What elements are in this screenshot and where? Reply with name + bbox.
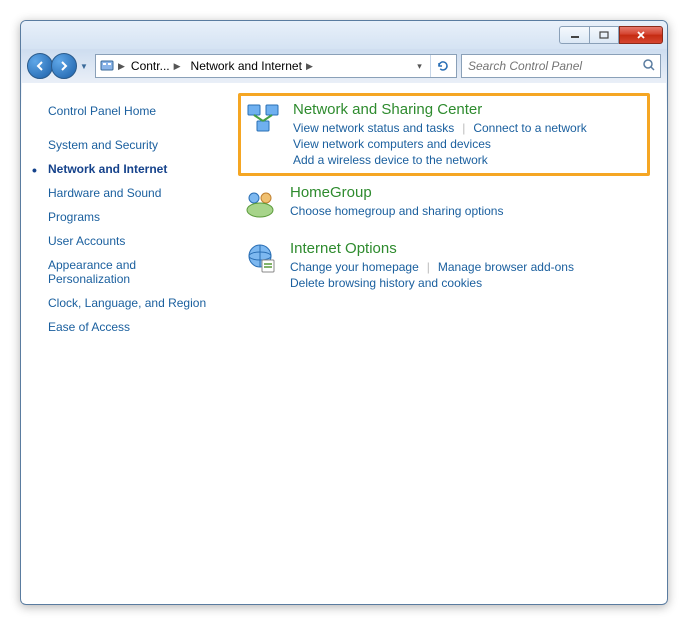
task-link[interactable]: Delete browsing history and cookies [290, 275, 482, 291]
category-body: Internet Options Change your homepage | Man… [290, 240, 646, 291]
control-panel-icon [98, 57, 116, 75]
category-network-and-sharing-center: Network and Sharing Center View network s… [238, 93, 650, 176]
network-sharing-icon[interactable] [245, 101, 281, 137]
category-homegroup: HomeGroup Choose homegroup and sharing op… [238, 176, 650, 232]
sidebar-item-hardware-and-sound[interactable]: Hardware and Sound [44, 181, 212, 205]
content-area: Control Panel HomeSystem and SecurityNet… [22, 83, 666, 603]
category-links: Change your homepage | Manage browser add-… [290, 259, 646, 291]
breadcrumb-root[interactable]: Contr... ▶ [127, 55, 185, 77]
forward-button[interactable] [51, 53, 77, 79]
chevron-right-icon[interactable]: ▶ [306, 61, 313, 72]
minimize-button[interactable] [559, 26, 589, 44]
search-icon[interactable] [642, 58, 656, 75]
back-button[interactable] [27, 53, 53, 79]
category-title[interactable]: Network and Sharing Center [293, 101, 643, 118]
close-button[interactable] [619, 26, 663, 44]
recent-pages-dropdown[interactable]: ▼ [77, 56, 91, 76]
chevron-right-icon[interactable]: ▶ [174, 61, 181, 72]
category-body: HomeGroup Choose homegroup and sharing op… [290, 184, 646, 220]
sidebar-item-user-accounts[interactable]: User Accounts [44, 229, 212, 253]
category-internet-options: Internet Options Change your homepage | Man… [238, 232, 650, 303]
task-link[interactable]: View network computers and devices [293, 136, 491, 152]
search-box[interactable] [461, 54, 661, 78]
chevron-right-icon[interactable]: ▶ [118, 61, 125, 72]
breadcrumb-current[interactable]: Network and Internet ▶ [187, 55, 317, 77]
sidebar-item-network-and-internet[interactable]: Network and Internet [44, 157, 212, 181]
address-bar[interactable]: ▶ Contr... ▶ Network and Internet ▶ ▾ [95, 54, 457, 78]
task-link[interactable]: Manage browser add-ons [438, 259, 574, 275]
control-panel-window: ▼ ▶ Contr... ▶ Network and Internet ▶ ▾ [20, 20, 668, 605]
task-link[interactable]: Add a wireless device to the network [293, 152, 488, 168]
category-links: Choose homegroup and sharing options [290, 203, 646, 219]
breadcrumb-root-label: Contr... [131, 59, 170, 73]
category-body: Network and Sharing Center View network s… [293, 101, 643, 168]
sidebar-item-appearance-and-personalization[interactable]: Appearance and Personalization [44, 253, 212, 291]
search-input[interactable] [466, 58, 642, 74]
refresh-button[interactable] [430, 55, 454, 77]
homegroup-icon[interactable] [242, 184, 278, 220]
internet-options-icon[interactable] [242, 240, 278, 276]
address-dropdown[interactable]: ▾ [410, 55, 428, 77]
category-title[interactable]: Internet Options [290, 240, 646, 257]
task-link[interactable]: Connect to a network [473, 120, 586, 136]
sidebar-item-programs[interactable]: Programs [44, 205, 212, 229]
navigation-bar: ▼ ▶ Contr... ▶ Network and Internet ▶ ▾ [21, 49, 667, 83]
link-separator: | [427, 260, 430, 274]
sidebar: Control Panel Home System and SecurityNet… [22, 83, 222, 603]
task-link[interactable]: Change your homepage [290, 259, 419, 275]
task-link[interactable]: Choose homegroup and sharing options [290, 203, 503, 219]
maximize-button[interactable] [589, 26, 619, 44]
category-links: View network status and tasks | Connect to… [293, 120, 643, 168]
task-link[interactable]: View network status and tasks [293, 120, 454, 136]
titlebar[interactable] [21, 21, 667, 49]
sidebar-item-control-panel-home[interactable]: Control Panel Home [44, 99, 212, 123]
sidebar-item-ease-of-access[interactable]: Ease of Access [44, 315, 212, 339]
category-title[interactable]: HomeGroup [290, 184, 646, 201]
nav-arrows: ▼ [27, 53, 91, 79]
window-controls [559, 26, 663, 44]
sidebar-item-system-and-security[interactable]: System and Security [44, 133, 212, 157]
main-panel: Network and Sharing Center View network s… [222, 83, 666, 603]
sidebar-item-clock-language-and-region[interactable]: Clock, Language, and Region [44, 291, 212, 315]
breadcrumb-current-label: Network and Internet [191, 59, 302, 73]
link-separator: | [462, 121, 465, 135]
